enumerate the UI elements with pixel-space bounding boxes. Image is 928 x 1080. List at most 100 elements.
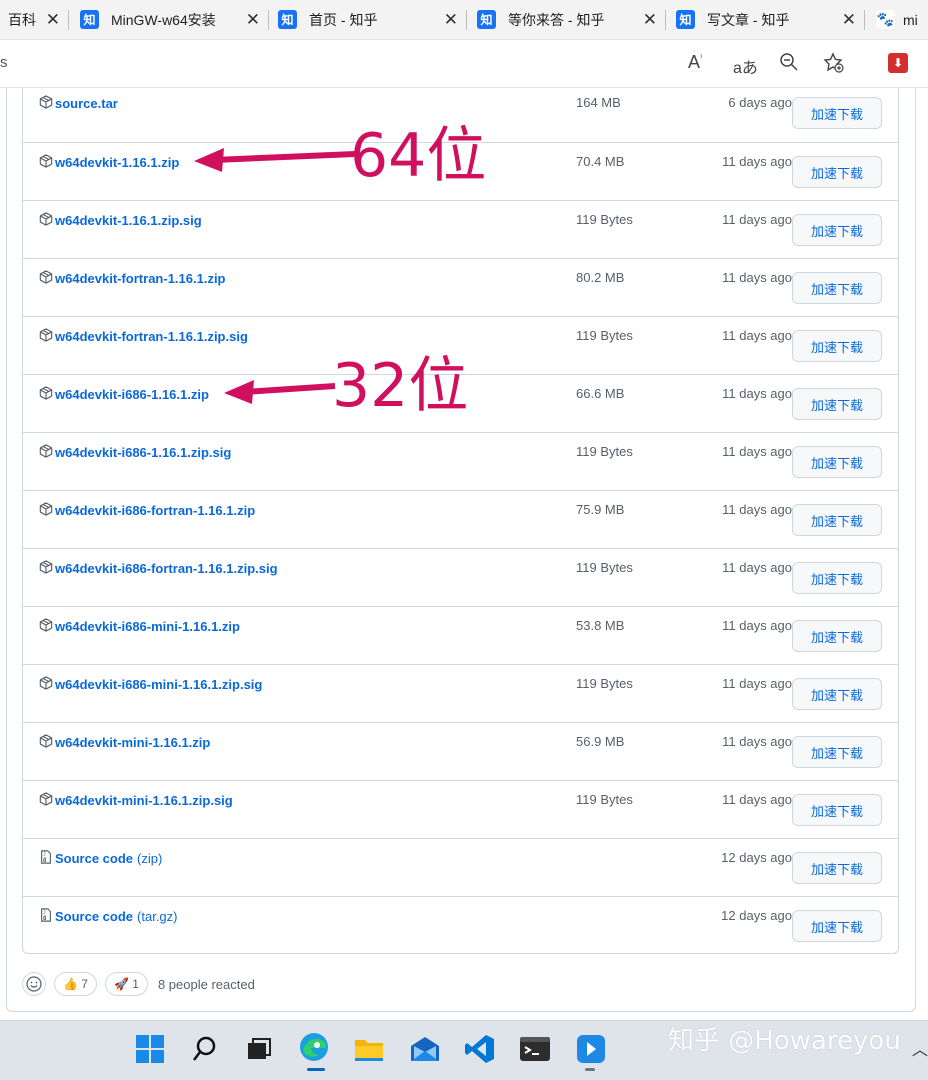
favorites-icon[interactable] <box>823 52 845 79</box>
asset-link[interactable]: w64devkit-1.16.1.zip.sig <box>39 212 202 229</box>
asset-name: w64devkit-mini-1.16.1.zip.sig <box>55 793 233 808</box>
tab-label: MinGW-w64安装 <box>111 11 216 28</box>
edge-icon[interactable] <box>297 1030 331 1064</box>
tab-label: 首页 - 知乎 <box>309 11 378 28</box>
asset-name: w64devkit-i686-1.16.1.zip <box>55 387 209 402</box>
download-button[interactable]: 加速下载 <box>792 156 882 188</box>
asset-time: 11 days ago <box>722 560 792 575</box>
add-reaction-button[interactable] <box>22 972 46 996</box>
package-icon <box>39 792 53 809</box>
asset-link[interactable]: w64devkit-i686-mini-1.16.1.zip.sig <box>39 676 262 693</box>
tab-1[interactable]: 知 MinGW-w64安装 ✕ <box>70 0 268 39</box>
vscode-icon[interactable] <box>463 1032 497 1066</box>
terminal-icon[interactable] <box>518 1032 552 1066</box>
asset-row: w64devkit-fortran-1.16.1.zip 80.2 MB 11 da… <box>22 258 899 316</box>
rocket-reaction[interactable]: 🚀 1 <box>104 972 148 996</box>
app-icon[interactable] <box>574 1032 608 1066</box>
asset-size: 119 Bytes <box>576 560 633 575</box>
package-icon <box>39 734 53 751</box>
download-button[interactable]: 加速下载 <box>792 97 882 129</box>
file-zip-icon <box>39 908 53 925</box>
asset-link[interactable]: w64devkit-fortran-1.16.1.zip <box>39 270 226 287</box>
download-button[interactable]: 加速下载 <box>792 678 882 710</box>
asset-link[interactable]: source.tar <box>39 95 118 112</box>
close-icon[interactable]: ✕ <box>643 10 657 30</box>
chevron-up-icon[interactable]: ︿ <box>912 1036 928 1060</box>
asset-link[interactable]: w64devkit-i686-mini-1.16.1.zip <box>39 618 240 635</box>
task-view-icon[interactable] <box>242 1032 276 1066</box>
file-zip-icon <box>39 850 53 867</box>
translate-icon[interactable]: aあ <box>733 54 758 78</box>
package-icon <box>39 270 53 287</box>
tab-label: 等你来答 - 知乎 <box>508 11 605 28</box>
package-icon <box>39 328 53 345</box>
asset-time: 11 days ago <box>722 792 792 807</box>
close-icon[interactable]: ✕ <box>842 10 856 30</box>
download-button[interactable]: 加速下载 <box>792 388 882 420</box>
download-button[interactable]: 加速下载 <box>792 214 882 246</box>
search-icon[interactable] <box>188 1032 222 1066</box>
asset-link[interactable]: w64devkit-i686-fortran-1.16.1.zip <box>39 502 255 519</box>
start-icon[interactable] <box>133 1032 167 1066</box>
tab-strip: 百科 ✕ 知 MinGW-w64安装 ✕ 知首页 - 知乎 ✕ 知等你来答 - 知乎 ✕ 知写文章… <box>0 0 928 40</box>
asset-link[interactable]: Source code (zip) <box>39 850 162 867</box>
download-button[interactable]: 加速下载 <box>792 446 882 478</box>
extension-icon[interactable]: ⬇ <box>888 53 908 73</box>
download-button[interactable]: 加速下载 <box>792 852 882 884</box>
tab-5[interactable]: 🐾 mi <box>866 0 928 39</box>
asset-link[interactable]: w64devkit-1.16.1.zip <box>39 154 179 171</box>
asset-time: 11 days ago <box>722 618 792 633</box>
asset-size: 119 Bytes <box>576 328 633 343</box>
asset-time: 11 days ago <box>722 212 792 227</box>
tab-3[interactable]: 知等你来答 - 知乎 ✕ <box>467 0 665 39</box>
asset-size: 164 MB <box>576 95 621 110</box>
tab-4[interactable]: 知写文章 - 知乎 ✕ <box>666 0 864 39</box>
annotation-arrow-32 <box>224 380 336 404</box>
asset-link[interactable]: Source code (tar.gz) <box>39 908 178 925</box>
tab-label: mi <box>903 11 918 28</box>
address-text[interactable]: s <box>0 54 8 71</box>
asset-link[interactable]: w64devkit-i686-1.16.1.zip <box>39 386 209 403</box>
address-bar[interactable]: s A⁾ aあ <box>0 40 928 88</box>
download-button[interactable]: 加速下载 <box>792 272 882 304</box>
asset-name: w64devkit-i686-fortran-1.16.1.zip <box>55 503 256 518</box>
asset-size: 80.2 MB <box>576 270 625 285</box>
asset-link[interactable]: w64devkit-mini-1.16.1.zip.sig <box>39 792 233 809</box>
edge-active-indicator <box>307 1068 325 1071</box>
mail-icon[interactable] <box>408 1032 442 1066</box>
asset-name: Source code <box>55 851 134 866</box>
asset-link[interactable]: w64devkit-mini-1.16.1.zip <box>39 734 210 751</box>
smiley-icon <box>26 976 42 992</box>
package-icon <box>39 95 53 112</box>
download-button[interactable]: 加速下载 <box>792 504 882 536</box>
download-button[interactable]: 加速下载 <box>792 330 882 362</box>
download-button[interactable]: 加速下载 <box>792 620 882 652</box>
asset-row: w64devkit-i686-mini-1.16.1.zip.sig 119 By… <box>22 664 899 722</box>
download-button[interactable]: 加速下载 <box>792 794 882 826</box>
asset-time: 11 days ago <box>722 328 792 343</box>
tab-2[interactable]: 知首页 - 知乎 ✕ <box>268 0 466 39</box>
zhihu-icon: 知 <box>477 10 496 29</box>
read-aloud-icon[interactable]: A⁾ <box>688 52 702 73</box>
app-running-indicator <box>585 1068 595 1071</box>
thumbs-up-reaction[interactable]: 👍 7 <box>54 972 97 996</box>
file-explorer-icon[interactable] <box>352 1032 386 1066</box>
asset-link[interactable]: w64devkit-i686-fortran-1.16.1.zip.sig <box>39 560 278 577</box>
asset-row: w64devkit-i686-mini-1.16.1.zip 53.8 MB 11 … <box>22 606 899 664</box>
asset-suffix: (tar.gz) <box>137 909 178 924</box>
asset-time: 11 days ago <box>722 444 792 459</box>
asset-link[interactable]: w64devkit-fortran-1.16.1.zip.sig <box>39 328 248 345</box>
download-button[interactable]: 加速下载 <box>792 562 882 594</box>
tab-0[interactable]: 百科 ✕ <box>0 0 68 39</box>
package-icon <box>39 676 53 693</box>
asset-size: 70.4 MB <box>576 154 625 169</box>
asset-link[interactable]: w64devkit-i686-1.16.1.zip.sig <box>39 444 231 461</box>
zoom-out-icon[interactable] <box>779 52 799 77</box>
zhihu-watermark: 知乎 @Howareyou <box>668 1026 901 1056</box>
download-button[interactable]: 加速下载 <box>792 736 882 768</box>
download-button[interactable]: 加速下载 <box>792 910 882 942</box>
close-icon[interactable]: ✕ <box>246 10 260 30</box>
close-icon[interactable]: ✕ <box>46 10 60 30</box>
close-icon[interactable]: ✕ <box>444 10 458 30</box>
asset-name: source.tar <box>55 96 118 111</box>
